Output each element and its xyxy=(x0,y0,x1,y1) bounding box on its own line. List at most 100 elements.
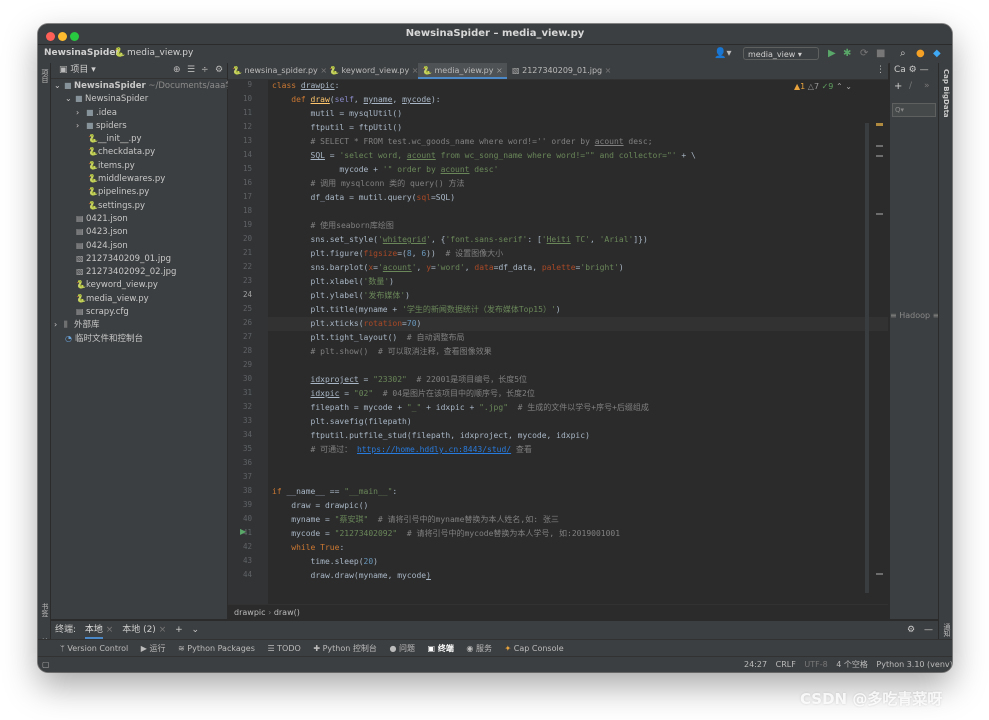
tab-image[interactable]: ▧ 2127340209_01.jpg × xyxy=(512,63,611,79)
chevron-up-icon[interactable]: ⌃ xyxy=(836,82,843,91)
error-stripe-marker[interactable] xyxy=(876,573,883,575)
more-icon[interactable]: » xyxy=(924,81,930,91)
python-packages-tool[interactable]: ≋ Python Packages xyxy=(178,644,255,653)
line-number[interactable]: 14 xyxy=(228,150,252,159)
line-number[interactable]: 38 xyxy=(228,486,252,495)
tree-item[interactable]: › ⫼ 外部库 xyxy=(51,318,227,331)
tab-newsina-spider[interactable]: 🐍 newsina_spider.py × xyxy=(232,63,327,79)
problems-tool[interactable]: ● 问题 xyxy=(389,644,415,653)
line-number[interactable]: 26 xyxy=(228,318,252,327)
line-number[interactable]: 20 xyxy=(228,234,252,243)
run-config-select[interactable]: media_view ▾ xyxy=(743,47,819,60)
minimize-window-button[interactable] xyxy=(58,32,67,41)
tree-item[interactable]: ▧ 21273402092_02.jpg xyxy=(51,265,227,278)
line-number[interactable]: 16 xyxy=(228,178,252,187)
nav-project[interactable]: NewsinaSpider xyxy=(44,48,120,58)
line-number[interactable]: 21 xyxy=(228,248,252,257)
line-number[interactable]: 13 xyxy=(228,136,252,145)
tree-item[interactable]: ⌄ ■ NewsinaSpider xyxy=(51,92,227,105)
line-number[interactable]: 15 xyxy=(228,164,252,173)
locate-icon[interactable]: ⊕ xyxy=(173,63,181,78)
code-area[interactable]: class drawpic: def draw(self, myname, my… xyxy=(272,79,862,604)
terminal-tab-local-2[interactable]: 本地 (2) xyxy=(122,625,156,635)
tree-item[interactable]: 🐍settings.py xyxy=(51,199,227,212)
error-stripe-marker[interactable] xyxy=(876,155,883,157)
close-tab-icon[interactable]: × xyxy=(320,66,327,75)
tab-keyword-view[interactable]: 🐍 keyword_view.py × xyxy=(329,63,418,79)
line-number[interactable]: 44 xyxy=(228,570,252,579)
line-number[interactable]: 29 xyxy=(228,360,252,369)
line-number[interactable]: 28 xyxy=(228,346,252,355)
tree-item[interactable]: ▤ scrapy.cfg xyxy=(51,305,227,318)
tab-media-view[interactable]: 🐍 media_view.py × xyxy=(418,63,507,79)
layout-icon[interactable]: ▢ xyxy=(42,657,50,672)
chevron-down-icon[interactable]: ⌄ xyxy=(845,82,852,91)
tree-item[interactable]: ▧ 2127340209_01.jpg xyxy=(51,252,227,265)
cap-console-tool[interactable]: ✦ Cap Console xyxy=(505,644,564,653)
tree-root[interactable]: ⌄ ■ NewsinaSpider ~/Documents/aaa学 xyxy=(51,79,234,92)
run-icon[interactable]: ▶ xyxy=(828,48,836,59)
line-number[interactable]: 32 xyxy=(228,402,252,411)
debug-icon[interactable]: ✱ xyxy=(843,48,851,59)
line-number[interactable]: 36 xyxy=(228,458,252,467)
terminal-tool[interactable]: ▣ 终端 xyxy=(428,644,454,653)
line-number[interactable]: 35 xyxy=(228,444,252,453)
line-number[interactable]: 43 xyxy=(228,556,252,565)
more-tabs-icon[interactable]: ⋮ xyxy=(876,65,885,75)
search-icon[interactable]: ⌕ xyxy=(900,48,906,59)
collapse-all-icon[interactable]: ☰ xyxy=(187,63,195,78)
tree-item[interactable]: 🐍checkdata.py xyxy=(51,145,227,158)
file-encoding[interactable]: UTF-8 xyxy=(804,660,827,669)
tree-item[interactable]: ▤ 0424.json xyxy=(51,239,227,252)
line-number[interactable]: 11 xyxy=(228,108,252,117)
close-tab-icon[interactable]: × xyxy=(156,625,169,635)
breadcrumb-class[interactable]: drawpic xyxy=(234,608,266,617)
todo-tool[interactable]: ☰ TODO xyxy=(267,644,300,653)
tree-item[interactable]: 🐍pipelines.py xyxy=(51,185,227,198)
tree-item[interactable]: 🐍__init__.py xyxy=(51,132,227,145)
chevron-down-icon[interactable]: ⌄ xyxy=(192,625,200,635)
line-number[interactable]: 39 xyxy=(228,500,252,509)
line-number[interactable]: 40 xyxy=(228,514,252,523)
project-tool-window-label[interactable]: 项目 xyxy=(40,69,50,83)
close-tab-icon[interactable]: × xyxy=(605,66,612,75)
update-icon[interactable]: ● xyxy=(916,48,925,59)
line-number[interactable]: 9 xyxy=(228,80,252,89)
gear-icon[interactable]: ⚙ xyxy=(907,621,915,639)
close-tab-icon[interactable]: × xyxy=(496,66,503,75)
notifications-tool-window-label[interactable]: 通知 xyxy=(942,623,952,637)
stop-icon[interactable]: ■ xyxy=(876,48,885,59)
bookmarks-tool-window-label[interactable]: 书签 xyxy=(40,603,50,617)
line-number[interactable]: 23 xyxy=(228,276,252,285)
error-stripe-marker[interactable] xyxy=(876,123,883,126)
tree-item[interactable]: ▤ 0421.json xyxy=(51,212,227,225)
line-number[interactable]: 30 xyxy=(228,374,252,383)
tree-item[interactable]: ◔ 临时文件和控制台 xyxy=(51,332,227,345)
line-number[interactable]: 18 xyxy=(228,206,252,215)
coverage-icon[interactable]: ⟳ xyxy=(860,48,868,59)
add-icon[interactable]: + xyxy=(894,81,902,92)
line-number[interactable]: 42 xyxy=(228,542,252,551)
user-icon[interactable]: 👤▾ xyxy=(714,48,731,59)
zoom-window-button[interactable] xyxy=(70,32,79,41)
run-gutter-icon[interactable]: ▶ xyxy=(240,527,246,536)
services-tool[interactable]: ◉ 服务 xyxy=(466,644,492,653)
inspection-widget[interactable]: ▲1 △7 ✓9 ⌃ ⌄ xyxy=(794,82,852,91)
python-interpreter[interactable]: Python 3.10 (venv) xyxy=(876,660,952,669)
line-number[interactable]: 33 xyxy=(228,416,252,425)
indent-setting[interactable]: 4 个空格 xyxy=(836,660,868,669)
error-stripe-marker[interactable] xyxy=(876,145,883,147)
search-input[interactable]: Q▾ xyxy=(892,103,936,117)
close-window-button[interactable] xyxy=(46,32,55,41)
cap-bigdata-tool-window-label[interactable]: Cap BigData xyxy=(942,69,950,118)
line-number[interactable]: 31 xyxy=(228,388,252,397)
version-control-tool[interactable]: ᛘ Version Control xyxy=(60,644,128,653)
line-number[interactable]: 34 xyxy=(228,430,252,439)
caret-position[interactable]: 24:27 xyxy=(744,660,767,669)
line-number[interactable]: 27 xyxy=(228,332,252,341)
run-tool[interactable]: ▶ 运行 xyxy=(141,644,166,653)
minimize-icon[interactable]: — xyxy=(924,621,933,639)
tree-item[interactable]: 🐍media_view.py xyxy=(51,292,227,305)
close-tab-icon[interactable]: × xyxy=(103,625,116,635)
gear-icon[interactable]: ⚙ xyxy=(215,63,223,78)
